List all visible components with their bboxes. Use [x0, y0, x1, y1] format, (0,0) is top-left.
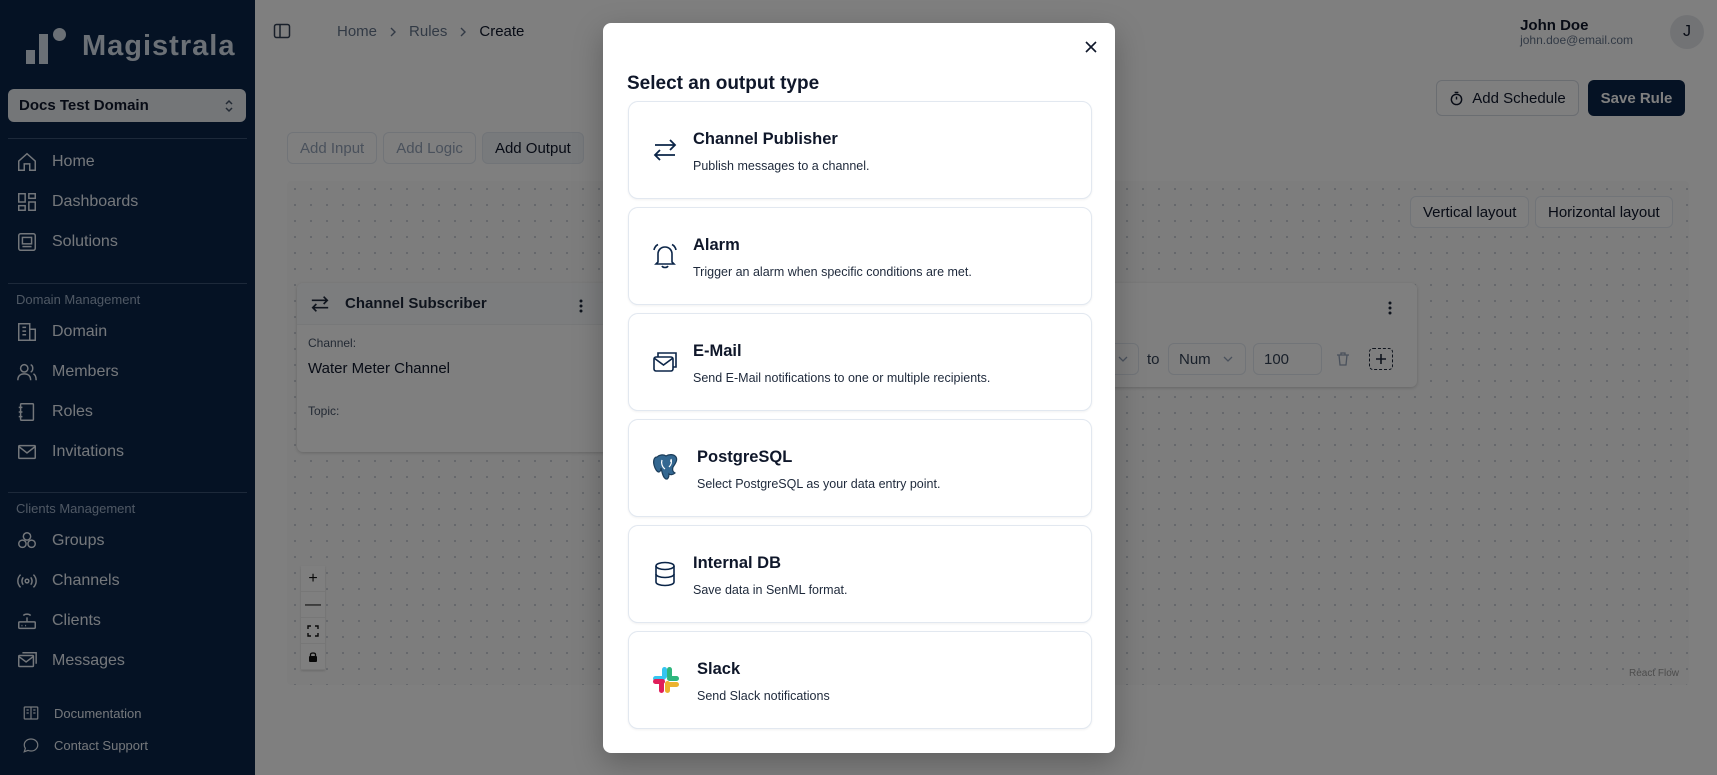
option-title: Alarm — [693, 236, 740, 254]
arrows-exchange-icon — [653, 139, 677, 161]
close-icon[interactable] — [1083, 39, 1099, 55]
postgresql-icon — [653, 454, 678, 480]
option-postgresql[interactable]: PostgreSQL Select PostgreSQL as your dat… — [628, 419, 1092, 517]
database-icon — [655, 561, 675, 587]
output-type-dialog: Select an output type Channel Publisher … — [603, 23, 1115, 753]
option-alarm[interactable]: Alarm Trigger an alarm when specific con… — [628, 207, 1092, 305]
option-title: PostgreSQL — [697, 448, 793, 466]
option-description: Select PostgreSQL as your data entry poi… — [697, 477, 941, 491]
option-description: Send E-Mail notifications to one or mult… — [693, 371, 991, 385]
option-slack[interactable]: Slack Send Slack notifications — [628, 631, 1092, 729]
option-title: Channel Publisher — [693, 130, 838, 148]
option-description: Trigger an alarm when specific condition… — [693, 265, 972, 279]
dialog-title: Select an output type — [627, 73, 820, 94]
slack-icon — [653, 667, 679, 693]
option-description: Save data in SenML format. — [693, 583, 848, 597]
option-title: Internal DB — [693, 554, 782, 572]
option-title: Slack — [697, 660, 741, 678]
email-icon — [653, 352, 677, 372]
option-description: Publish messages to a channel. — [693, 159, 870, 173]
option-internal-db[interactable]: Internal DB Save data in SenML format. — [628, 525, 1092, 623]
option-title: E-Mail — [693, 342, 742, 360]
option-channel-publisher[interactable]: Channel Publisher Publish messages to a … — [628, 101, 1092, 199]
bell-icon — [653, 243, 677, 269]
option-email[interactable]: E-Mail Send E-Mail notifications to one … — [628, 313, 1092, 411]
option-description: Send Slack notifications — [697, 689, 830, 703]
